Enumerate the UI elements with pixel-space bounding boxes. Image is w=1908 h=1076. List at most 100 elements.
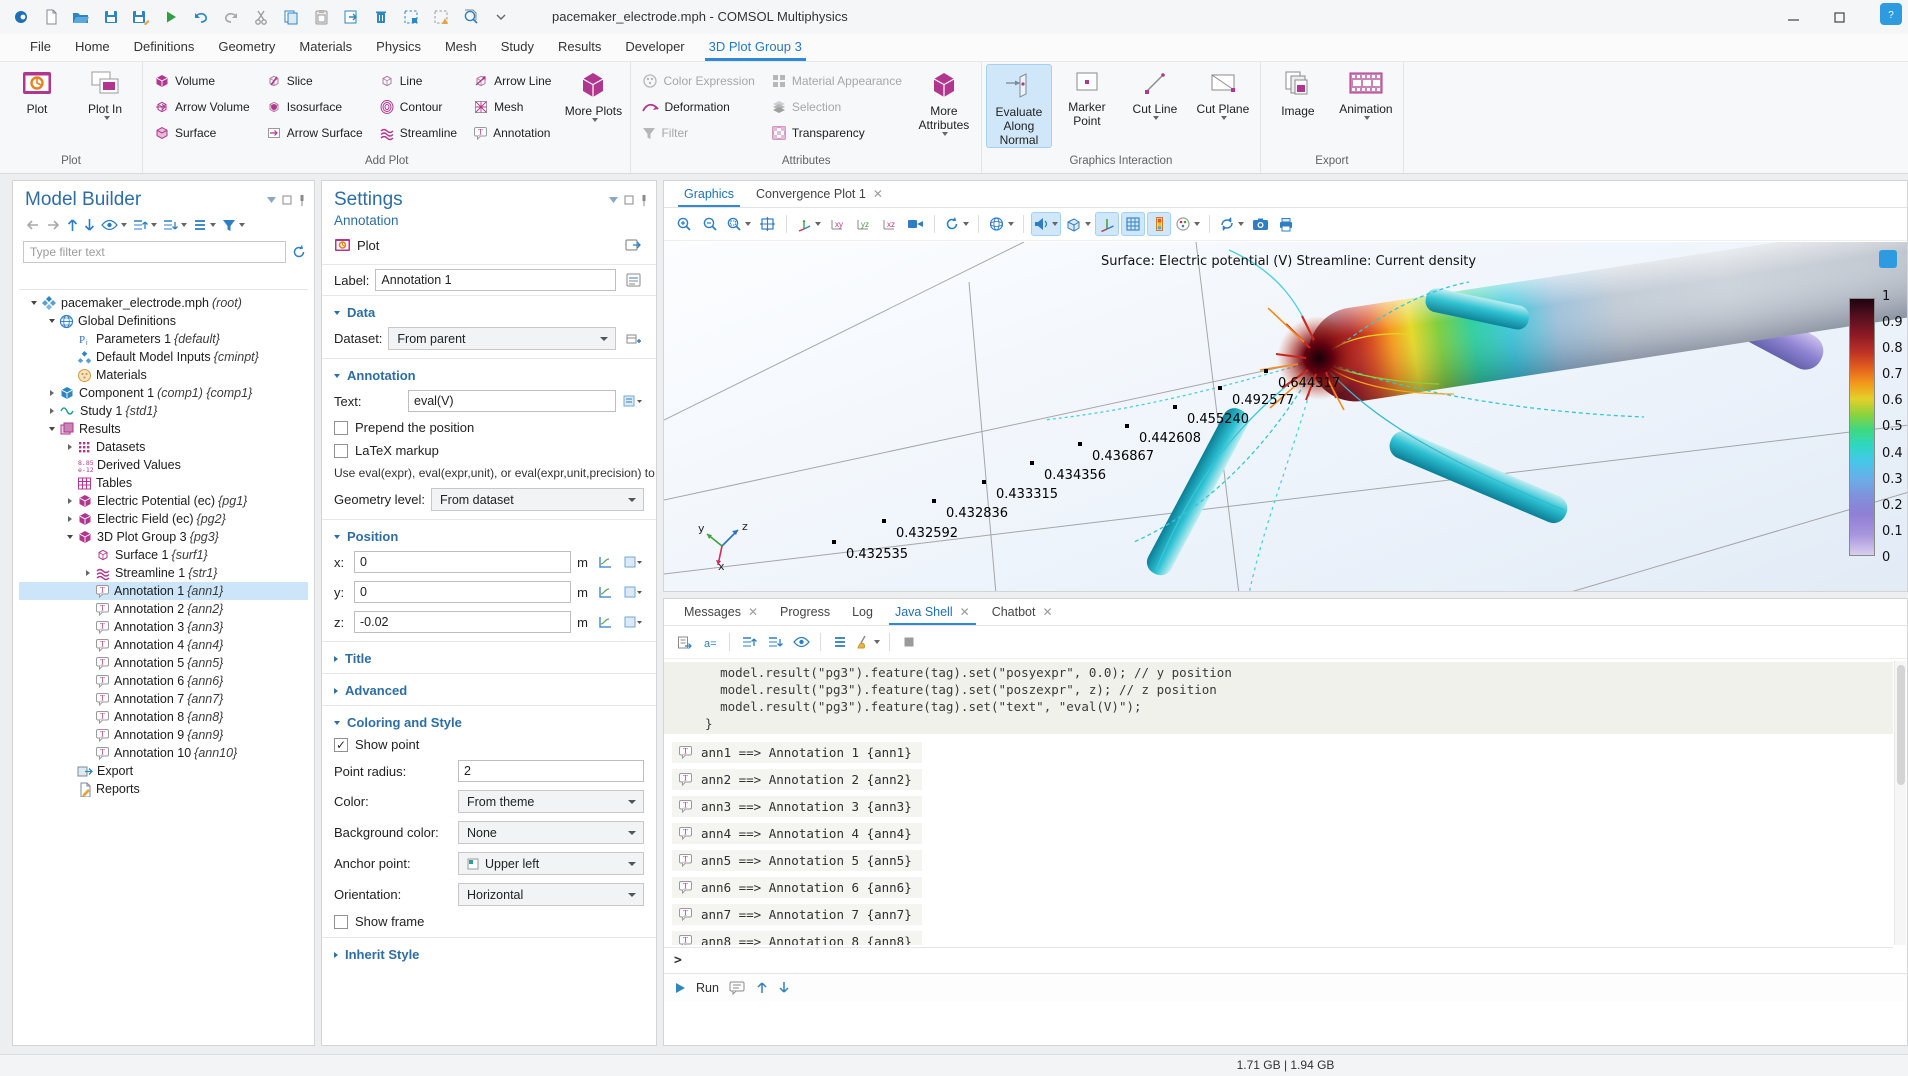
plot-context-icon[interactable] xyxy=(1879,250,1897,268)
console-tab-messages[interactable]: Messages✕ xyxy=(674,601,768,625)
z-position-input[interactable] xyxy=(354,611,571,633)
tree-node-annotation-5[interactable]: TAnnotation 5{ann5} xyxy=(19,654,308,672)
parameter-combo-icon[interactable] xyxy=(622,551,644,573)
scroll-bottom-button[interactable] xyxy=(763,630,787,654)
next-command-icon[interactable] xyxy=(778,981,790,994)
tree-node-annotation-10[interactable]: TAnnotation 10{ann10} xyxy=(19,744,308,762)
ribbon-button-plot[interactable]: Plot xyxy=(4,64,70,148)
tree-node-materials[interactable]: Materials xyxy=(19,366,308,384)
auto-scroll-button[interactable] xyxy=(789,630,813,654)
orientation-select[interactable]: Horizontal xyxy=(458,883,644,906)
copy-button[interactable] xyxy=(278,4,304,30)
delete-button[interactable] xyxy=(368,4,394,30)
tree-node-derived-values[interactable]: 8.85e-12Derived Values xyxy=(19,456,308,474)
menu-tab-geometry[interactable]: Geometry xyxy=(206,35,287,61)
clear-broom-button[interactable] xyxy=(854,630,882,654)
ribbon-button-animation[interactable]: Animation xyxy=(1333,64,1399,148)
ribbon-button-plot-in[interactable]: Plot In xyxy=(72,64,138,148)
comment-icon[interactable] xyxy=(729,981,746,995)
close-tab-icon[interactable]: ✕ xyxy=(1042,605,1052,619)
zoom-box-button[interactable] xyxy=(724,212,753,236)
rotate-button[interactable] xyxy=(942,212,971,236)
pin-icon[interactable] xyxy=(640,195,648,206)
print-button[interactable] xyxy=(1274,212,1298,236)
close-tab-icon[interactable]: ✕ xyxy=(748,605,758,619)
run-play-icon[interactable] xyxy=(674,982,686,994)
ribbon-item-deformation[interactable]: Deformation xyxy=(635,94,761,120)
save-button[interactable] xyxy=(98,4,124,30)
tree-node-annotation-3[interactable]: TAnnotation 3{ann3} xyxy=(19,618,308,636)
find-button[interactable] xyxy=(458,4,484,30)
ribbon-button-image[interactable]: Image xyxy=(1265,64,1331,148)
view-xy-button[interactable]: xy xyxy=(825,212,849,236)
ribbon-item-volume[interactable]: Volume xyxy=(147,68,257,94)
tree-node-datasets[interactable]: Datasets xyxy=(19,438,308,456)
ribbon-button-evaluate-along-normal[interactable]: Evaluate Along Normal xyxy=(986,64,1052,148)
console-tab-log[interactable]: Log xyxy=(842,601,883,625)
view-list-button[interactable] xyxy=(191,215,218,235)
scene-button[interactable] xyxy=(986,212,1016,236)
ribbon-item-isosurface[interactable]: Isosurface xyxy=(259,94,370,120)
environment-button[interactable] xyxy=(1063,212,1093,236)
snapshot-button[interactable] xyxy=(1248,212,1272,236)
java-shell-output[interactable]: model.result("pg3").feature(tag).set("po… xyxy=(664,660,1893,945)
tree-node-annotation-9[interactable]: TAnnotation 9{ann9} xyxy=(19,726,308,744)
x-position-input[interactable] xyxy=(354,551,571,573)
graphics-tab-convergence-plot-1[interactable]: Convergence Plot 1✕ xyxy=(746,183,893,207)
pin-icon[interactable] xyxy=(298,195,306,206)
menu-tab-results[interactable]: Results xyxy=(546,35,613,61)
menu-tab-materials[interactable]: Materials xyxy=(287,35,364,61)
nav-forward-button[interactable] xyxy=(44,215,63,235)
stop-button[interactable] xyxy=(897,630,921,654)
range-graph-icon[interactable] xyxy=(594,581,616,603)
float-panel-icon[interactable] xyxy=(282,195,292,206)
maximize-button[interactable] xyxy=(1816,0,1862,34)
float-panel-icon[interactable] xyxy=(624,195,634,206)
chevron-down-icon[interactable] xyxy=(609,195,618,206)
tree-node-3d-plot-group-3[interactable]: 3D Plot Group 3{pg3} xyxy=(19,528,308,546)
word-wrap-button[interactable] xyxy=(828,630,852,654)
menu-tab-file[interactable]: File xyxy=(18,35,63,61)
ribbon-item-filter[interactable]: Filter xyxy=(635,120,761,146)
cut-button[interactable] xyxy=(248,4,274,30)
grid-button[interactable] xyxy=(1121,212,1145,236)
graphics-tab-graphics[interactable]: Graphics xyxy=(674,183,744,207)
export-code-button[interactable] xyxy=(672,630,696,654)
view-xz-button[interactable]: xz xyxy=(877,212,901,236)
background-color-select[interactable]: None xyxy=(458,821,644,844)
ribbon-item-color-expression[interactable]: Color Expression xyxy=(635,68,761,94)
minimize-button[interactable] xyxy=(1770,0,1816,34)
run-button[interactable]: Run xyxy=(696,981,719,995)
tree-node-annotation-8[interactable]: TAnnotation 8{ann8} xyxy=(19,708,308,726)
refresh-icon[interactable] xyxy=(292,245,306,259)
label-input[interactable] xyxy=(375,269,616,291)
ribbon-item-transparency[interactable]: Transparency xyxy=(764,120,909,146)
select-frame-button[interactable] xyxy=(398,4,424,30)
menu-tab-physics[interactable]: Physics xyxy=(364,35,433,61)
move-up-button[interactable] xyxy=(65,215,80,235)
anchor-point-select[interactable]: Upper left xyxy=(458,852,644,875)
point-radius-input[interactable] xyxy=(458,760,644,782)
tree-node-annotation-6[interactable]: TAnnotation 6{ann6} xyxy=(19,672,308,690)
ribbon-button-more-plots[interactable]: More Plots xyxy=(560,64,626,148)
funnel-button[interactable] xyxy=(220,215,247,235)
expand-down-button[interactable] xyxy=(161,215,189,235)
tree-node-annotation-1[interactable]: TAnnotation 1{ann1} xyxy=(19,582,308,600)
tree-node-parameters-1[interactable]: PiParameters 1{default} xyxy=(19,330,308,348)
tree-node-annotation-7[interactable]: TAnnotation 7{ann7} xyxy=(19,690,308,708)
section-position[interactable]: Position xyxy=(322,526,656,547)
show-expr-button[interactable]: a= xyxy=(698,630,722,654)
rename-icon[interactable] xyxy=(622,269,644,291)
expand-up-button[interactable] xyxy=(131,215,159,235)
colorbar-toggle-button[interactable] xyxy=(1147,212,1171,236)
section-advanced[interactable]: Advanced xyxy=(322,680,656,701)
undo-button[interactable] xyxy=(188,4,214,30)
tree-node-results[interactable]: Results xyxy=(19,420,308,438)
close-tab-icon[interactable]: ✕ xyxy=(960,605,970,619)
tree-node-annotation-2[interactable]: TAnnotation 2{ann2} xyxy=(19,600,308,618)
range-graph-icon[interactable] xyxy=(594,611,616,633)
ribbon-button-more-attributes[interactable]: More Attributes xyxy=(911,64,977,148)
menu-tab-definitions[interactable]: Definitions xyxy=(122,35,207,61)
ribbon-item-streamline[interactable]: Streamline xyxy=(372,120,464,146)
close-tab-icon[interactable]: ✕ xyxy=(873,187,883,201)
